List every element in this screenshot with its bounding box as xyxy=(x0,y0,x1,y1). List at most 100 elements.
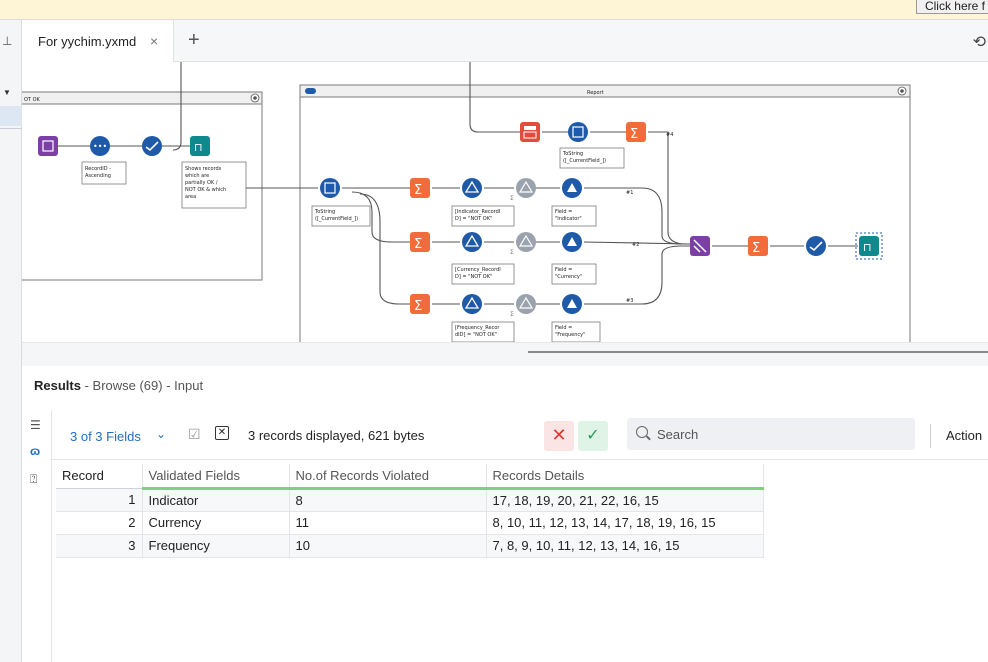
annotation-field-indicator: Field = "Indicator" xyxy=(551,205,597,227)
history-icon[interactable]: ⟲ xyxy=(973,32,986,52)
svg-text:NOT OK & which: NOT OK & which xyxy=(185,187,226,193)
browse-tool-final[interactable]: ⊓ xyxy=(855,232,883,260)
filter-tool-frequency[interactable] xyxy=(462,294,482,314)
annotation-frequency-filter: [Frequency_Recor dID] = "NOT OK" xyxy=(451,321,515,342)
svg-text:"Indicator": "Indicator" xyxy=(555,216,582,222)
svg-text:Σ: Σ xyxy=(510,249,514,256)
table-row[interactable]: 2 Currency 11 8, 10, 11, 12, 13, 14, 17,… xyxy=(56,511,764,535)
cell-details: 17, 18, 19, 20, 21, 22, 16, 15 xyxy=(486,488,764,512)
close-icon[interactable]: × xyxy=(150,33,158,49)
annotation-browse-note: Shows records which are partially OK / N… xyxy=(181,161,247,209)
cell-record: 3 xyxy=(56,534,143,558)
deselect-icon[interactable]: ✕ xyxy=(215,426,229,440)
annotation-tostring-main: ToString ([_CurrentField_]) xyxy=(311,205,371,227)
svg-text:Field =: Field = xyxy=(555,325,572,331)
actions-menu[interactable]: Action xyxy=(946,428,982,443)
svg-text:dID] = "NOT OK": dID] = "NOT OK" xyxy=(455,332,497,338)
results-table: Record Validated Fields No.of Records Vi… xyxy=(56,464,764,558)
svg-text:Σ: Σ xyxy=(414,299,422,314)
union-tool[interactable] xyxy=(690,236,710,256)
checkbox-icon[interactable]: ☑ xyxy=(188,426,201,443)
annotation-indicator-filter: [Indicator_RecordI D] = "NOT OK" xyxy=(451,205,515,227)
horizontal-scrollbar[interactable] xyxy=(528,351,988,353)
cell-field: Frequency xyxy=(142,534,290,558)
chevron-down-icon[interactable]: ⌄ xyxy=(156,427,166,441)
formula-tool-top[interactable] xyxy=(568,122,588,142)
cell-field: Indicator xyxy=(142,488,290,512)
filter-tool-indicator[interactable] xyxy=(462,178,482,198)
search-input[interactable] xyxy=(657,425,897,443)
svg-text:•••: ••• xyxy=(93,142,107,151)
results-toolbar: 3 of 3 Fields ⌄ ☑ ✕ 3 records displayed,… xyxy=(52,410,988,460)
left-container-title: OT OK xyxy=(24,97,41,103)
results-header: Results - Browse (69) - Input xyxy=(34,378,203,393)
column-header-record[interactable]: Record xyxy=(56,464,143,489)
summarize-tool-indicator[interactable]: Σ xyxy=(410,178,430,198)
tab-label: For yychim.yxmd xyxy=(38,34,137,49)
add-tab-icon[interactable]: + xyxy=(188,29,200,52)
search-icon xyxy=(636,426,648,438)
summarize-tool-top[interactable]: Σ xyxy=(626,122,646,142)
svg-text:Field =: Field = xyxy=(555,267,572,273)
fields-selector[interactable]: 3 of 3 Fields xyxy=(70,429,141,444)
connection-label-2: #2 xyxy=(632,242,639,248)
cell-violated: 11 xyxy=(289,511,487,535)
report-container-title: Report xyxy=(587,90,604,96)
svg-text:"Currency": "Currency" xyxy=(555,274,582,280)
formula-tool-frequency[interactable] xyxy=(562,294,582,314)
svg-text:([_CurrentField_]): ([_CurrentField_]) xyxy=(563,158,606,164)
summarize-tool-frequency[interactable]: Σ xyxy=(410,294,430,314)
apply-button[interactable]: ✓ xyxy=(578,421,608,451)
search-box[interactable] xyxy=(627,418,915,450)
results-subtitle: - Browse (69) - Input xyxy=(80,378,204,393)
svg-text:which are: which are xyxy=(185,173,209,179)
cancel-button[interactable]: ✕ xyxy=(544,421,574,451)
report-table-tool[interactable] xyxy=(520,122,540,142)
record-id-tool[interactable] xyxy=(38,136,58,156)
svg-text:RecordID -: RecordID - xyxy=(85,166,111,172)
select-tool-final[interactable] xyxy=(806,236,826,256)
cell-violated: 10 xyxy=(289,534,487,558)
records-info: 3 records displayed, 621 bytes xyxy=(248,428,425,443)
toggle-icon[interactable] xyxy=(305,88,316,94)
formula-tool-currency[interactable] xyxy=(562,232,582,252)
column-header-violated[interactable]: No.of Records Violated xyxy=(289,464,487,490)
svg-text:[Indicator_RecordI: [Indicator_RecordI xyxy=(455,209,500,215)
summarize-tool-final[interactable]: Σ xyxy=(748,236,768,256)
help-icon[interactable]: ⍰ xyxy=(30,472,37,487)
tab-for-yychim[interactable]: For yychim.yxmd × xyxy=(22,20,174,62)
pin-icon[interactable]: ⊥ xyxy=(2,34,12,48)
table-row[interactable]: 1 Indicator 8 17, 18, 19, 20, 21, 22, 16… xyxy=(56,488,764,512)
results-side-toolbar: ☰ ɷ ⍰ xyxy=(22,410,52,662)
filter-tool-currency[interactable] xyxy=(462,232,482,252)
formula-tool-main[interactable] xyxy=(320,178,340,198)
annotation-field-frequency: Field = "Frequency" xyxy=(551,321,601,342)
table-row[interactable]: 3 Frequency 10 7, 8, 9, 10, 11, 12, 13, … xyxy=(56,534,764,558)
connection-label-3: #3 xyxy=(626,298,633,304)
browse-tool-left[interactable]: ⊓ xyxy=(190,136,210,156)
svg-text:⊓: ⊓ xyxy=(194,141,203,154)
svg-text:Σ: Σ xyxy=(414,237,422,252)
list-icon[interactable]: ☰ xyxy=(30,418,41,432)
formula-tool-indicator[interactable] xyxy=(562,178,582,198)
selected-panel-row[interactable] xyxy=(0,106,22,126)
svg-text:Field =: Field = xyxy=(555,209,572,215)
cell-record: 1 xyxy=(56,488,143,512)
column-header-details[interactable]: Records Details xyxy=(486,464,764,490)
select-tool[interactable] xyxy=(142,136,162,156)
toolbar-divider xyxy=(930,424,931,448)
annotation-currency-filter: [Currency_RecordI D] = "NOT OK" xyxy=(451,263,515,285)
cell-violated: 8 xyxy=(289,488,487,512)
banner-link-button[interactable]: Click here f xyxy=(915,0,988,14)
canvas-scrollbar-area xyxy=(22,342,988,366)
column-header-validated-fields[interactable]: Validated Fields xyxy=(142,464,290,490)
connection-label-4: #4 xyxy=(666,132,673,138)
summarize-tool-currency[interactable]: Σ xyxy=(410,232,430,252)
workflow-canvas[interactable]: .cn { stroke: #555; stroke-width: 1.1; f… xyxy=(22,62,988,342)
annotation-field-currency: Field = "Currency" xyxy=(551,263,597,285)
binoculars-icon[interactable]: ɷ xyxy=(30,444,40,458)
notification-banner: Click here f xyxy=(0,0,988,20)
dropdown-arrow-icon[interactable]: ▼ xyxy=(3,88,11,97)
workflow-tab-bar: For yychim.yxmd × + ⟲ xyxy=(22,20,988,62)
sort-tool[interactable]: ••• xyxy=(90,136,110,156)
